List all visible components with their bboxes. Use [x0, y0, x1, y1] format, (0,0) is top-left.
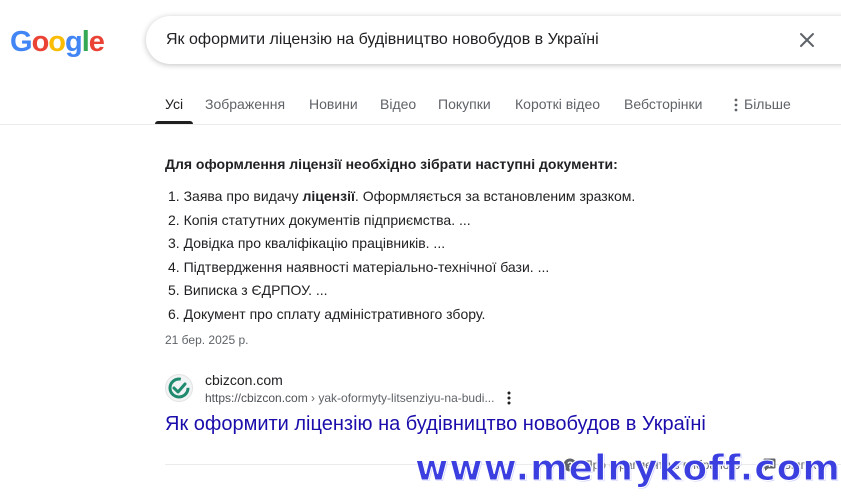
list-text: Підтвердження наявності матеріально-техн…: [183, 258, 550, 275]
result-url[interactable]: https://cbizcon.com › yak-oformyty-litse…: [205, 391, 494, 405]
more-vert-icon: [734, 98, 738, 112]
list-item: 6. Документ про сплату адміністративного…: [168, 304, 635, 328]
list-number: 4.: [168, 258, 180, 275]
result-options-button[interactable]: [503, 390, 515, 406]
search-input[interactable]: [166, 16, 766, 64]
snippet-date: 21 бер. 2025 р.: [165, 333, 249, 347]
close-icon: [800, 33, 814, 47]
tab-more-label: Більше: [744, 96, 791, 112]
result-title-link[interactable]: Як оформити ліцензію на будівництво ново…: [165, 413, 706, 436]
list-text: Копія статутних документів підприємства.…: [183, 211, 471, 228]
tab-shopping[interactable]: Покупки: [438, 96, 491, 112]
tab-short-videos[interactable]: Короткі відео: [515, 96, 600, 112]
result-url-path: › yak-oformyty-litsenziyu-na-budi...: [307, 391, 495, 405]
list-number: 1.: [168, 188, 180, 204]
list-text-bold: ліцензії: [302, 188, 355, 204]
list-item: 3. Довідка про кваліфікацію працівників.…: [168, 233, 635, 257]
search-tabs: Усі Зображення Новини Відео Покупки Коро…: [0, 80, 841, 125]
logo-letter: o: [48, 26, 66, 58]
watermark: www.melnykoff.com: [415, 448, 841, 490]
clear-search-button[interactable]: [795, 28, 819, 52]
result-url-base: https://cbizcon.com: [205, 391, 308, 405]
check-badge-icon: [168, 377, 190, 399]
logo-letter: o: [31, 26, 50, 58]
list-text: Заява про видачу: [183, 188, 303, 204]
search-box: [146, 16, 841, 64]
active-tab-indicator: [155, 121, 193, 124]
tab-web[interactable]: Вебсторінки: [624, 96, 702, 112]
list-number: 5.: [168, 282, 180, 298]
list-text: Довідка про кваліфікацію працівників. ..…: [183, 235, 446, 251]
logo-letter: e: [88, 26, 105, 58]
list-item: 1. Заява про видачу ліцензії. Оформляєть…: [168, 186, 635, 210]
list-text: Документ про сплату адміністративного зб…: [183, 305, 486, 322]
result-site-name[interactable]: cbizcon.com: [205, 372, 283, 388]
tab-more[interactable]: Більше: [734, 96, 791, 112]
list-item: 2. Копія статутних документів підприємст…: [168, 210, 635, 234]
tab-videos[interactable]: Відео: [380, 96, 416, 112]
tab-news[interactable]: Новини: [309, 96, 358, 112]
tab-all[interactable]: Усі: [165, 96, 183, 112]
more-vert-icon: [507, 391, 511, 405]
site-favicon[interactable]: [165, 374, 193, 402]
list-number: 6.: [168, 305, 180, 322]
tab-images[interactable]: Зображення: [205, 96, 285, 112]
featured-snippet-list: 1. Заява про видачу ліцензії. Оформляєть…: [168, 186, 635, 327]
list-item: 4. Підтвердження наявності матеріально-т…: [168, 257, 635, 281]
list-number: 3.: [168, 235, 180, 251]
list-text: Виписка з ЄДРПОУ. ...: [183, 282, 328, 298]
logo-letter: l: [81, 26, 90, 58]
google-logo[interactable]: Google: [10, 26, 105, 58]
featured-snippet-title: Для оформлення ліцензії необхідно зібрат…: [165, 156, 618, 172]
list-number: 2.: [168, 211, 180, 228]
logo-letter: g: [65, 26, 83, 58]
logo-letter: G: [10, 26, 33, 58]
list-text: . Оформляється за встановленим зразком.: [354, 188, 636, 204]
list-item: 5. Виписка з ЄДРПОУ. ...: [168, 280, 635, 304]
